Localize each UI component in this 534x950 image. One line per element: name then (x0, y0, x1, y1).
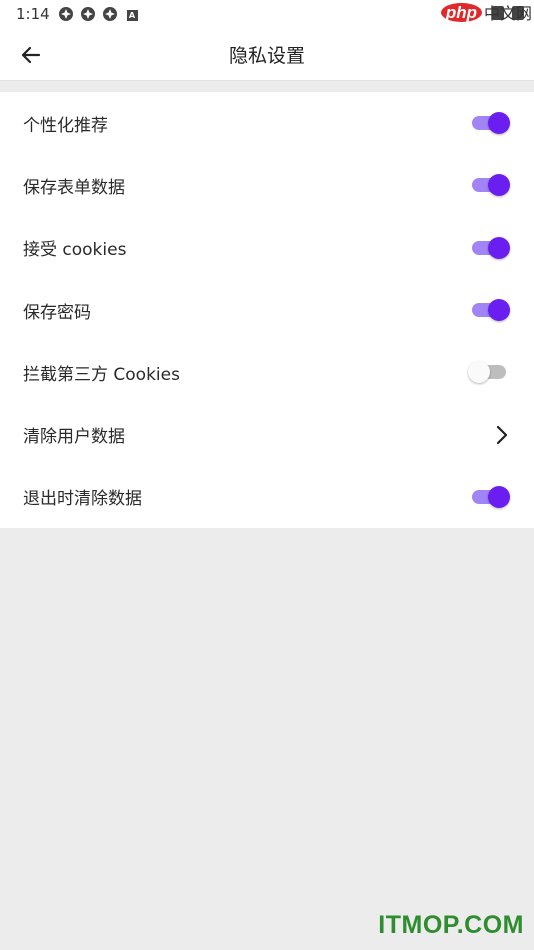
setting-block-third-party-cookies[interactable]: 拦截第三方 Cookies (0, 341, 534, 403)
setting-personalized-recommendation[interactable]: 个性化推荐 (0, 92, 534, 154)
setting-label: 拦截第三方 Cookies (23, 364, 180, 385)
setting-save-passwords[interactable]: 保存密码 (0, 279, 534, 341)
setting-label: 清除用户数据 (23, 427, 125, 448)
setting-label: 退出时清除数据 (23, 489, 142, 510)
watermark-top: php 中文网 (440, 0, 532, 24)
toggle-switch[interactable] (468, 360, 510, 384)
toggle-switch[interactable] (470, 111, 510, 135)
setting-label: 保存密码 (23, 302, 91, 323)
app-bar: 隐私设置 (0, 28, 534, 81)
status-time: 1:14 (16, 5, 50, 23)
chevron-right-icon (492, 423, 512, 447)
status-icons: A (58, 6, 140, 22)
a-icon: A (124, 6, 140, 22)
toggle-switch[interactable] (470, 236, 510, 260)
setting-label: 个性化推荐 (23, 115, 108, 136)
notification-icon (80, 6, 96, 22)
setting-clear-data-on-exit[interactable]: 退出时清除数据 (0, 466, 534, 528)
toggle-switch[interactable] (470, 173, 510, 197)
notification-icon (102, 6, 118, 22)
watermark-bottom: ITMOP.COM (378, 911, 524, 939)
notification-icon (58, 6, 74, 22)
setting-clear-user-data[interactable]: 清除用户数据 (0, 403, 534, 465)
watermark-php-logo: php (440, 2, 482, 22)
toggle-switch[interactable] (470, 485, 510, 509)
setting-label: 接受 cookies (23, 240, 127, 261)
settings-list: 个性化推荐 保存表单数据 接受 cookies 保存密码 拦截第三方 Cooki… (0, 92, 534, 528)
setting-label: 保存表单数据 (23, 177, 125, 198)
setting-accept-cookies[interactable]: 接受 cookies (0, 217, 534, 279)
setting-save-form-data[interactable]: 保存表单数据 (0, 154, 534, 216)
watermark-top-text: 中文网 (483, 6, 532, 23)
toggle-switch[interactable] (470, 298, 510, 322)
page-title: 隐私设置 (228, 45, 305, 67)
screen: 1:14 A php 中文网 隐私设置 个性化推荐 保存表单数据 接受 cook… (0, 0, 534, 950)
